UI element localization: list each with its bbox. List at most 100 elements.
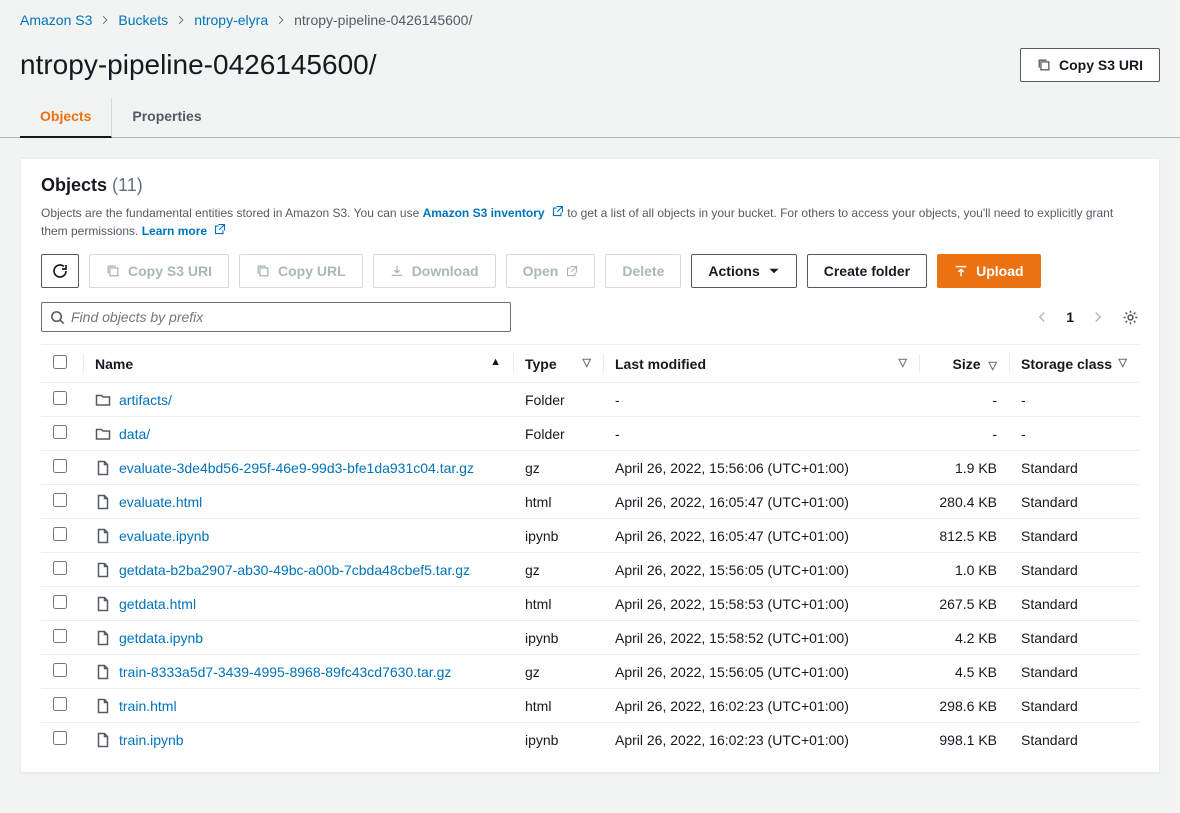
sort-icon: ▽ bbox=[1119, 356, 1127, 369]
row-checkbox[interactable] bbox=[53, 493, 67, 507]
row-checkbox[interactable] bbox=[53, 391, 67, 405]
table-row: train.htmlhtmlApril 26, 2022, 16:02:23 (… bbox=[41, 689, 1139, 723]
object-name-link[interactable]: train-8333a5d7-3439-4995-8968-89fc43cd76… bbox=[119, 664, 451, 680]
col-size[interactable]: Size bbox=[953, 356, 981, 372]
inventory-link[interactable]: Amazon S3 inventory bbox=[423, 206, 568, 220]
table-row: evaluate.ipynbipynbApril 26, 2022, 16:05… bbox=[41, 519, 1139, 553]
actions-button[interactable]: Actions bbox=[691, 254, 796, 288]
object-type: Folder bbox=[513, 383, 603, 417]
object-name-link[interactable]: artifacts/ bbox=[119, 392, 172, 408]
object-type: html bbox=[513, 485, 603, 519]
download-button[interactable]: Download bbox=[373, 254, 496, 288]
table-row: getdata.html htmlApril 26, 2022, 15:58:53… bbox=[41, 587, 1139, 621]
object-name-link[interactable]: getdata.ipynb bbox=[119, 630, 203, 646]
col-name[interactable]: Name bbox=[95, 356, 133, 372]
object-name-link[interactable]: evaluate.ipynb bbox=[119, 528, 209, 544]
row-checkbox[interactable] bbox=[53, 731, 67, 745]
row-checkbox[interactable] bbox=[53, 459, 67, 473]
object-type: ipynb bbox=[513, 621, 603, 655]
object-type: gz bbox=[513, 553, 603, 587]
object-storage: - bbox=[1009, 383, 1139, 417]
row-checkbox[interactable] bbox=[53, 425, 67, 439]
col-type[interactable]: Type bbox=[525, 356, 557, 372]
table-row: train-8333a5d7-3439-4995-8968-89fc43cd76… bbox=[41, 655, 1139, 689]
object-name-link[interactable]: getdata.html bbox=[119, 596, 196, 612]
upload-button[interactable]: Upload bbox=[937, 254, 1040, 288]
delete-button[interactable]: Delete bbox=[605, 254, 681, 288]
row-checkbox[interactable] bbox=[53, 697, 67, 711]
file-icon bbox=[95, 664, 111, 680]
file-icon bbox=[95, 494, 111, 510]
object-size: 1.9 KB bbox=[919, 451, 1009, 485]
copy-s3-uri-button[interactable]: Copy S3 URI bbox=[1020, 48, 1160, 82]
objects-panel: Objects (11) Objects are the fundamental… bbox=[20, 158, 1160, 773]
object-type: html bbox=[513, 587, 603, 621]
file-icon bbox=[95, 460, 111, 476]
object-name-link[interactable]: data/ bbox=[119, 426, 150, 442]
open-label: Open bbox=[523, 261, 559, 281]
object-name-link[interactable]: train.html bbox=[119, 698, 177, 714]
object-storage: - bbox=[1009, 417, 1139, 451]
row-checkbox[interactable] bbox=[53, 663, 67, 677]
object-storage: Standard bbox=[1009, 587, 1139, 621]
chevron-right-icon bbox=[176, 15, 186, 25]
caret-down-icon bbox=[768, 265, 780, 277]
breadcrumb-link[interactable]: Buckets bbox=[118, 12, 168, 28]
toolbar: Copy S3 URI Copy URL Download Open bbox=[41, 254, 1139, 288]
breadcrumb-link[interactable]: ntropy-elyra bbox=[194, 12, 268, 28]
copy-url-label: Copy URL bbox=[278, 261, 346, 281]
folder-icon bbox=[95, 426, 111, 442]
object-modified: April 26, 2022, 15:58:53 (UTC+01:00) bbox=[603, 587, 919, 621]
open-button[interactable]: Open bbox=[506, 254, 596, 288]
sort-icon: ▽ bbox=[899, 356, 907, 369]
settings-button[interactable] bbox=[1122, 309, 1139, 326]
copy-url-button[interactable]: Copy URL bbox=[239, 254, 363, 288]
delete-label: Delete bbox=[622, 261, 664, 281]
object-name-link[interactable]: evaluate.html bbox=[119, 494, 202, 510]
search-input-wrapper[interactable] bbox=[41, 302, 511, 332]
download-label: Download bbox=[412, 261, 479, 281]
breadcrumb-link[interactable]: Amazon S3 bbox=[20, 12, 92, 28]
prev-page-button[interactable] bbox=[1036, 311, 1048, 323]
learn-more-link[interactable]: Learn more bbox=[142, 224, 227, 238]
object-modified: April 26, 2022, 16:05:47 (UTC+01:00) bbox=[603, 485, 919, 519]
create-folder-button[interactable]: Create folder bbox=[807, 254, 927, 288]
external-link-icon bbox=[552, 205, 564, 217]
object-storage: Standard bbox=[1009, 621, 1139, 655]
copy-icon bbox=[1037, 58, 1051, 72]
object-name-link[interactable]: train.ipynb bbox=[119, 732, 184, 748]
row-checkbox[interactable] bbox=[53, 595, 67, 609]
table-row: train.ipynbipynbApril 26, 2022, 16:02:23… bbox=[41, 723, 1139, 757]
object-modified: April 26, 2022, 15:58:52 (UTC+01:00) bbox=[603, 621, 919, 655]
file-icon bbox=[95, 528, 111, 544]
next-page-button[interactable] bbox=[1092, 311, 1104, 323]
row-checkbox[interactable] bbox=[53, 527, 67, 541]
object-count: (11) bbox=[112, 175, 143, 195]
copy-s3-uri-button[interactable]: Copy S3 URI bbox=[89, 254, 229, 288]
object-size: 4.5 KB bbox=[919, 655, 1009, 689]
object-name-link[interactable]: evaluate-3de4bd56-295f-46e9-99d3-bfe1da9… bbox=[119, 460, 474, 476]
row-checkbox[interactable] bbox=[53, 561, 67, 575]
col-storage[interactable]: Storage class bbox=[1021, 356, 1112, 372]
search-icon bbox=[50, 310, 65, 325]
object-size: 1.0 KB bbox=[919, 553, 1009, 587]
upload-icon bbox=[954, 264, 968, 278]
chevron-right-icon bbox=[100, 15, 110, 25]
breadcrumb-current: ntropy-pipeline-0426145600/ bbox=[294, 12, 472, 28]
object-name-link[interactable]: getdata-b2ba2907-ab30-49bc-a00b-7cbda48c… bbox=[119, 562, 470, 578]
object-type: gz bbox=[513, 655, 603, 689]
table-row: artifacts/Folder--- bbox=[41, 383, 1139, 417]
search-input[interactable] bbox=[71, 309, 502, 325]
row-checkbox[interactable] bbox=[53, 629, 67, 643]
select-all-checkbox[interactable] bbox=[53, 355, 67, 369]
tab-objects[interactable]: Objects bbox=[20, 98, 112, 138]
actions-label: Actions bbox=[708, 261, 759, 281]
col-modified[interactable]: Last modified bbox=[615, 356, 706, 372]
refresh-button[interactable] bbox=[41, 254, 79, 288]
table-row: getdata-b2ba2907-ab30-49bc-a00b-7cbda48c… bbox=[41, 553, 1139, 587]
table-row: evaluate.html htmlApril 26, 2022, 16:05:4… bbox=[41, 485, 1139, 519]
chevron-right-icon bbox=[276, 15, 286, 25]
object-storage: Standard bbox=[1009, 519, 1139, 553]
section-description: Objects are the fundamental entities sto… bbox=[41, 204, 1139, 240]
tab-properties[interactable]: Properties bbox=[112, 98, 221, 138]
